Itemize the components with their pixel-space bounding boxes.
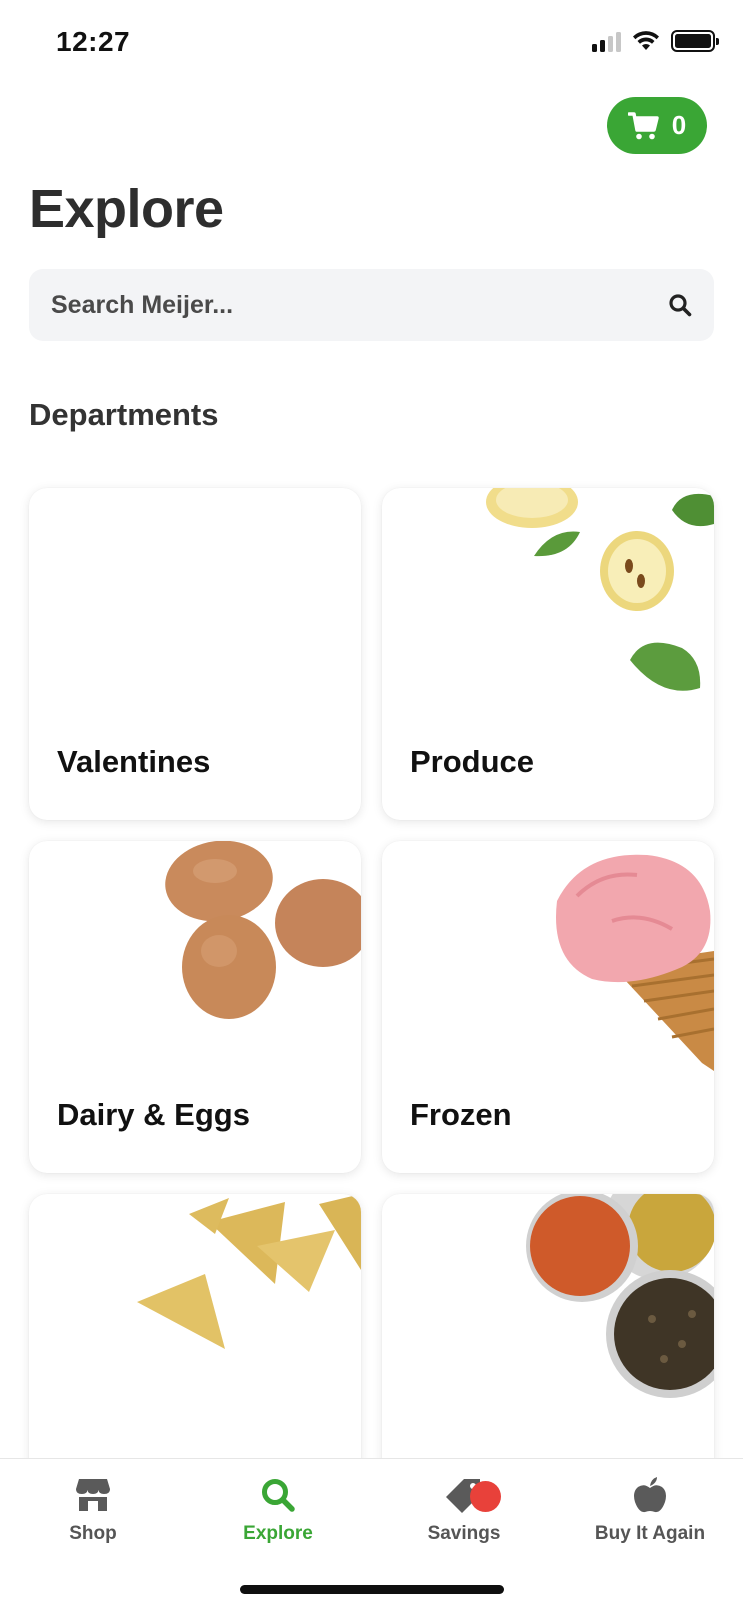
nav-item-explore[interactable]: Explore [188,1475,368,1545]
department-card-valentines[interactable]: Valentines [29,488,361,820]
apple-icon [634,1477,666,1513]
department-label: Produce [410,744,535,779]
search-icon[interactable] [668,293,692,317]
notification-badge [470,1481,501,1512]
department-label: Dairy & Eggs [57,1097,250,1132]
search-icon [262,1479,295,1512]
search-bar[interactable] [29,269,714,341]
cart-icon [627,111,659,139]
nav-label: Explore [243,1523,313,1544]
wifi-icon [633,31,659,50]
department-card-frozen[interactable]: Frozen [382,841,714,1173]
home-indicator [240,1585,504,1594]
nav-item-shop[interactable]: Shop [3,1475,183,1545]
department-card-dairy-eggs[interactable]: Dairy & Eggs [29,841,361,1173]
battery-icon [671,30,719,52]
status-time: 12:27 [56,26,131,57]
nav-item-savings[interactable]: Savings [374,1475,554,1545]
departments-heading: Departments [29,397,219,432]
cart-button[interactable]: 0 [607,97,707,154]
nav-label: Shop [69,1523,117,1544]
page-title: Explore [29,179,224,239]
department-label: Frozen [410,1097,512,1132]
nav-item-buy-it-again[interactable]: Buy It Again [560,1475,740,1545]
search-input[interactable] [51,290,668,320]
status-icons [592,30,719,52]
store-icon [76,1479,110,1511]
department-label: Valentines [57,744,211,779]
nav-label: Buy It Again [594,1523,706,1544]
department-card-produce[interactable]: Produce [382,488,714,820]
nav-label: Savings [427,1523,501,1544]
explore-screen: 12:27 0 Explore Departments Valen [0,0,743,1608]
signal-icon [592,30,621,52]
cart-count: 0 [671,110,687,140]
